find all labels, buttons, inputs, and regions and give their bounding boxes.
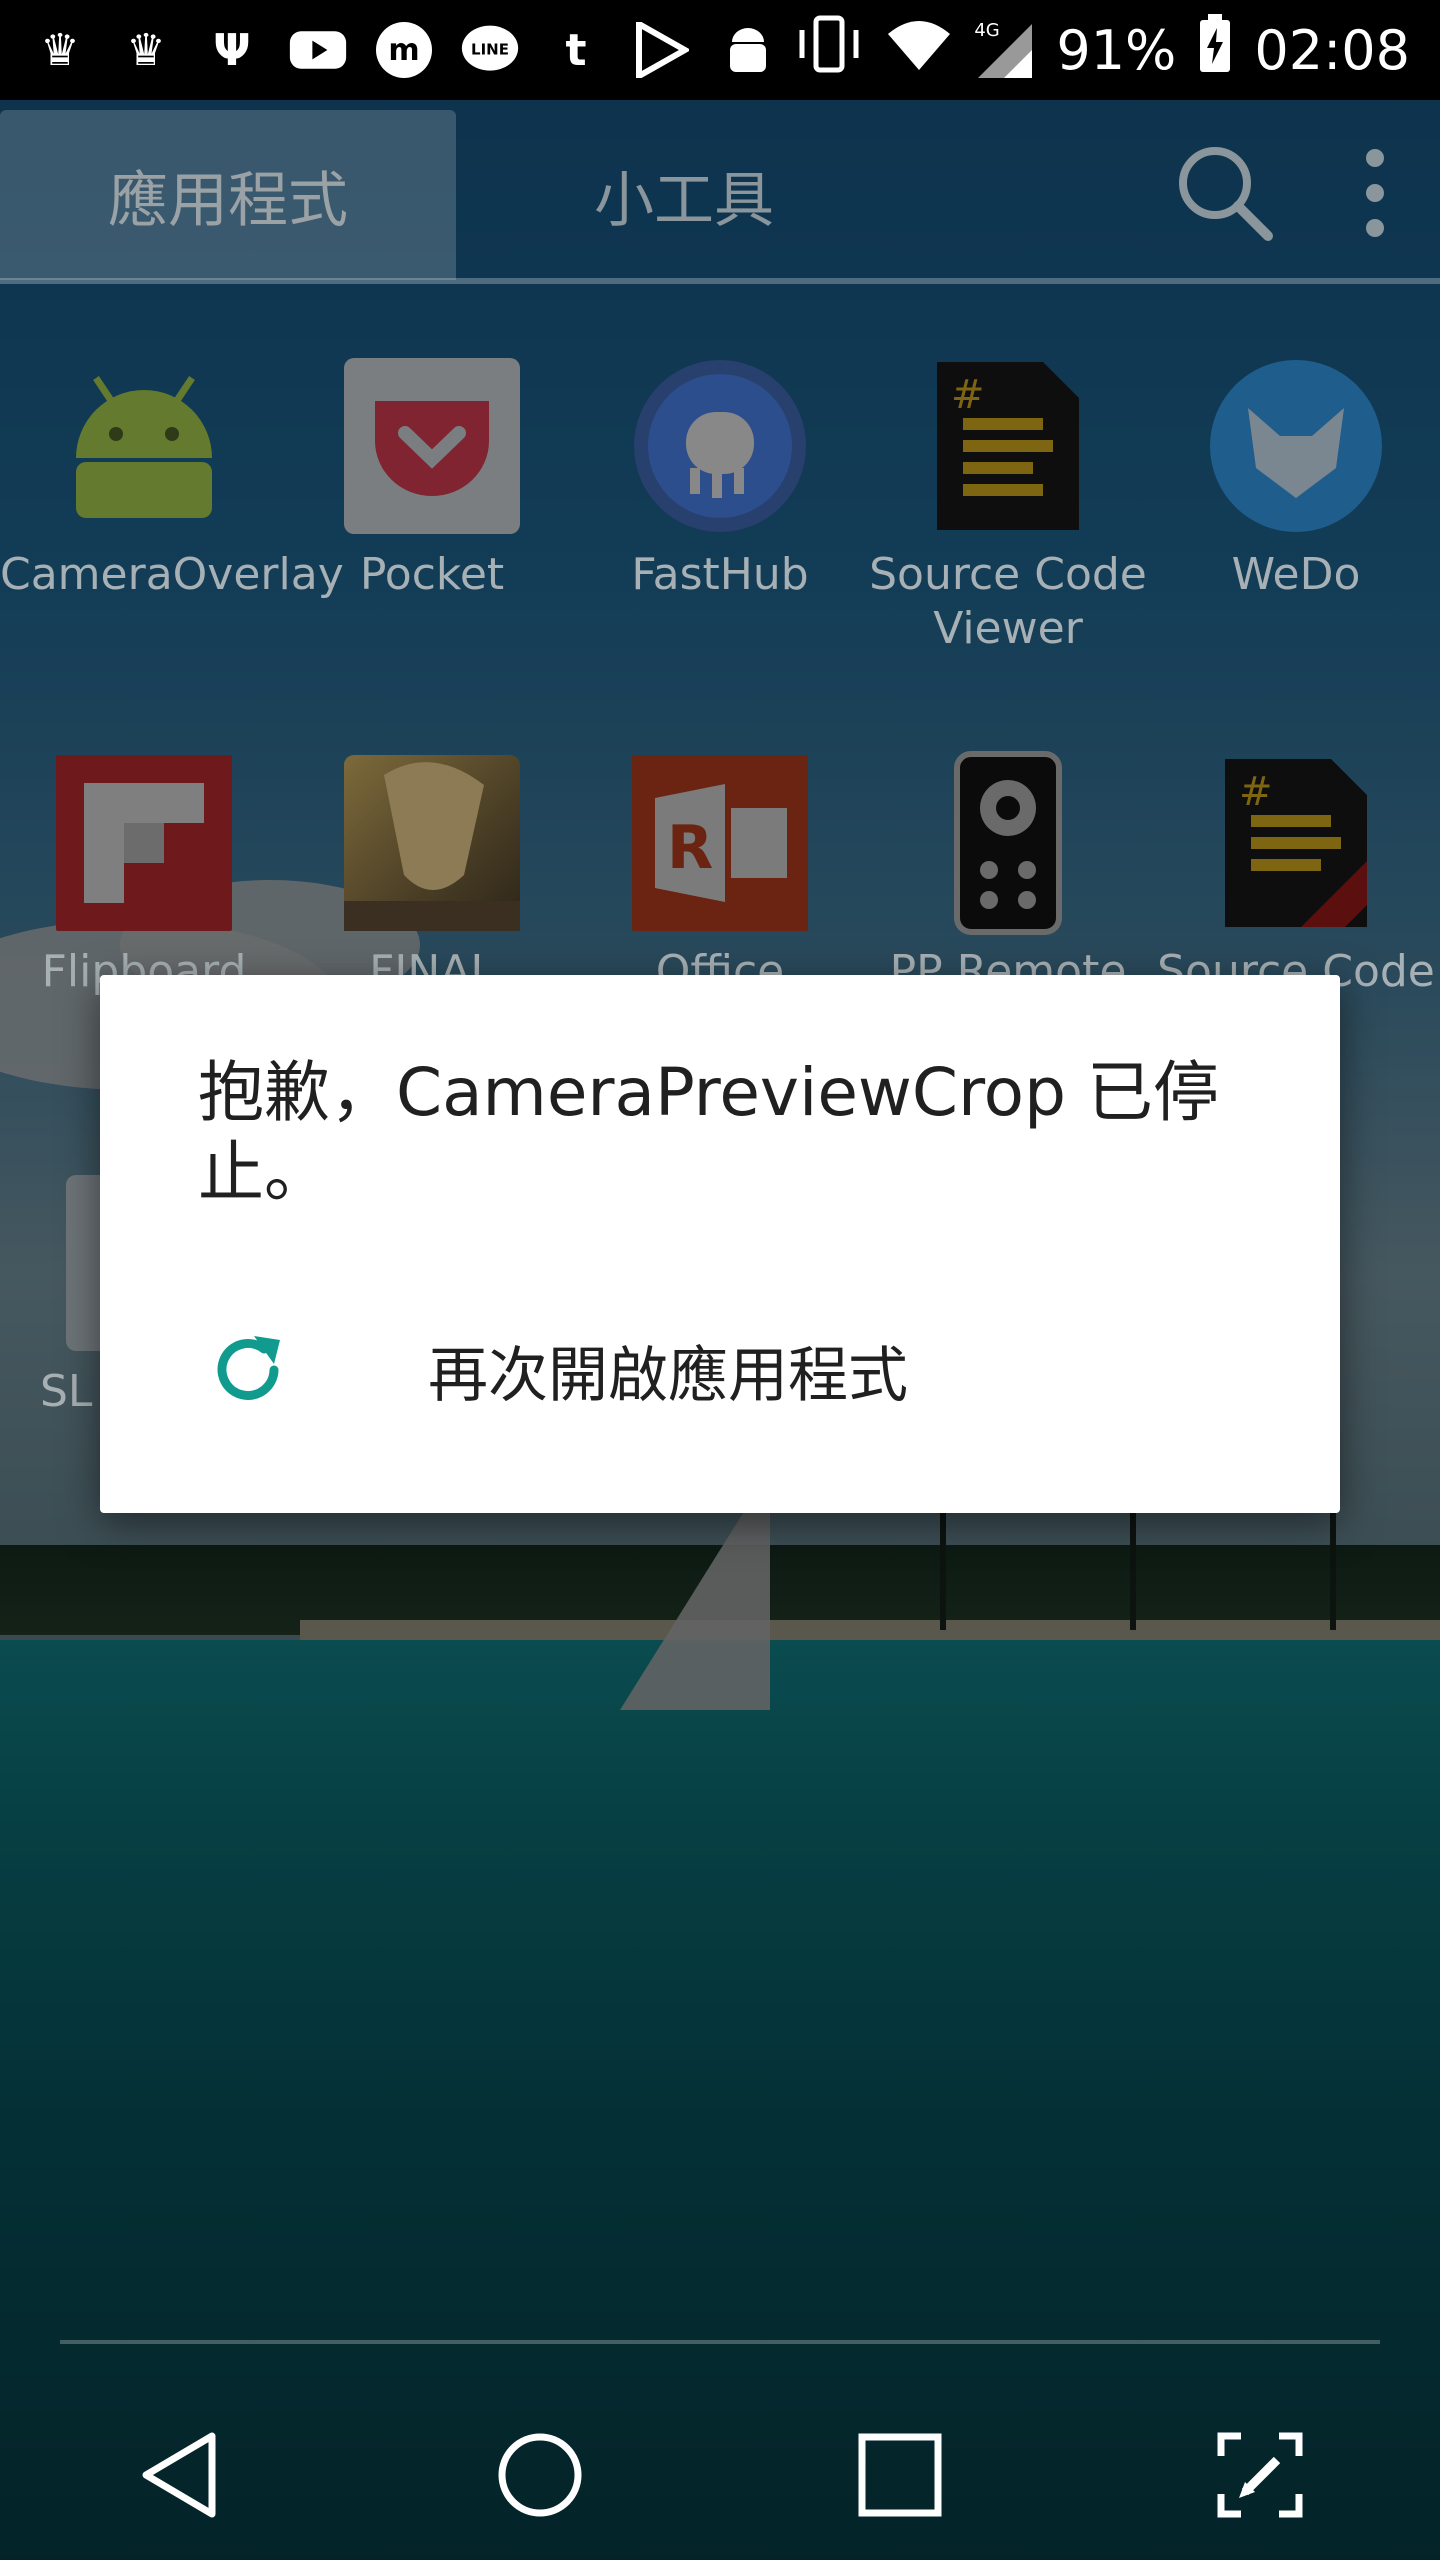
svg-text:R: R [667, 813, 713, 883]
battery-icon [1198, 13, 1232, 87]
vibrate-icon [794, 14, 864, 87]
app-flipboard[interactable]: Flipboard [0, 755, 288, 999]
edit-screen-icon[interactable] [1205, 2420, 1315, 2530]
source-code-pro-icon: # [1208, 755, 1384, 931]
home-icon[interactable] [485, 2420, 595, 2530]
recents-icon[interactable] [845, 2420, 955, 2530]
search-icon[interactable] [1170, 138, 1280, 252]
app-pp-remote[interactable]: PP Remote [864, 751, 1152, 999]
app-label: Source Code Viewer [869, 549, 1147, 654]
app-label: WeDo [1231, 549, 1361, 600]
signal-icon: 4G [974, 20, 1034, 80]
battery-percent: 91% [1056, 18, 1177, 82]
header-divider [0, 278, 1440, 284]
app-label: FastHub [631, 549, 809, 600]
tumblr-icon: t [565, 24, 587, 76]
app-label: CameraOverlay [0, 549, 344, 600]
app-cameraoverlay[interactable]: CameraOverlay [0, 358, 344, 602]
app-final-fantasy[interactable]: FINAL [288, 755, 576, 999]
app-wedo[interactable]: WeDo [1152, 358, 1440, 602]
fox-icon [1208, 358, 1384, 534]
dialog-message: 抱歉，CameraPreviewCrop 已停止。 [198, 1054, 1219, 1211]
crown-icon: ♛ [126, 24, 166, 76]
fasthub-icon [632, 358, 808, 534]
app-fasthub[interactable]: FastHub [576, 358, 864, 602]
app-source-code-viewer[interactable]: # Source Code Viewer [864, 358, 1152, 656]
android-debug-icon [718, 20, 778, 80]
refresh-icon [208, 1330, 288, 1410]
app-label: Pocket [359, 549, 505, 600]
svg-text:LINE: LINE [471, 41, 509, 59]
android-icon [56, 358, 232, 534]
status-bar: ♛ ♛ Ψ m LINE t 4G 91% 02:08 [0, 0, 1440, 100]
crown-icon: ♛ [40, 24, 80, 76]
line-icon: LINE [460, 20, 520, 80]
svg-text:#: # [1239, 769, 1273, 815]
svg-text:m: m [388, 33, 419, 68]
play-store-icon [632, 20, 692, 80]
youtube-icon [288, 20, 348, 80]
tab-widgets[interactable]: 小工具 [456, 110, 912, 280]
remote-icon [920, 751, 1096, 935]
clock: 02:08 [1254, 18, 1410, 82]
reopen-app-label: 再次開啟應用程式 [428, 1340, 908, 1411]
pocket-icon [344, 358, 520, 534]
wifi-icon [886, 16, 952, 85]
tab-apps[interactable]: 應用程式 [0, 110, 456, 280]
navigation-bar [0, 2410, 1440, 2540]
dock-divider [60, 2340, 1380, 2344]
usb-icon: Ψ [213, 24, 251, 76]
network-type-label: 4G [974, 20, 1000, 41]
overflow-menu-icon[interactable] [1360, 143, 1390, 247]
final-fantasy-icon [344, 755, 520, 931]
source-code-icon: # [920, 358, 1096, 534]
reopen-app-button[interactable]: 再次開啟應用程式 [100, 1295, 1340, 1445]
back-icon[interactable] [125, 2420, 235, 2530]
app-drawer-header: 應用程式 小工具 [0, 110, 1440, 280]
office-remote-icon: R [632, 755, 808, 931]
m-app-icon: m [374, 20, 434, 80]
app-pocket[interactable]: Pocket [288, 358, 576, 602]
app-office-remote[interactable]: R Office [576, 755, 864, 999]
svg-text:#: # [951, 372, 985, 418]
flipboard-icon [56, 755, 232, 931]
app-stopped-dialog: 抱歉，CameraPreviewCrop 已停止。 再次開啟應用程式 [100, 975, 1340, 1513]
